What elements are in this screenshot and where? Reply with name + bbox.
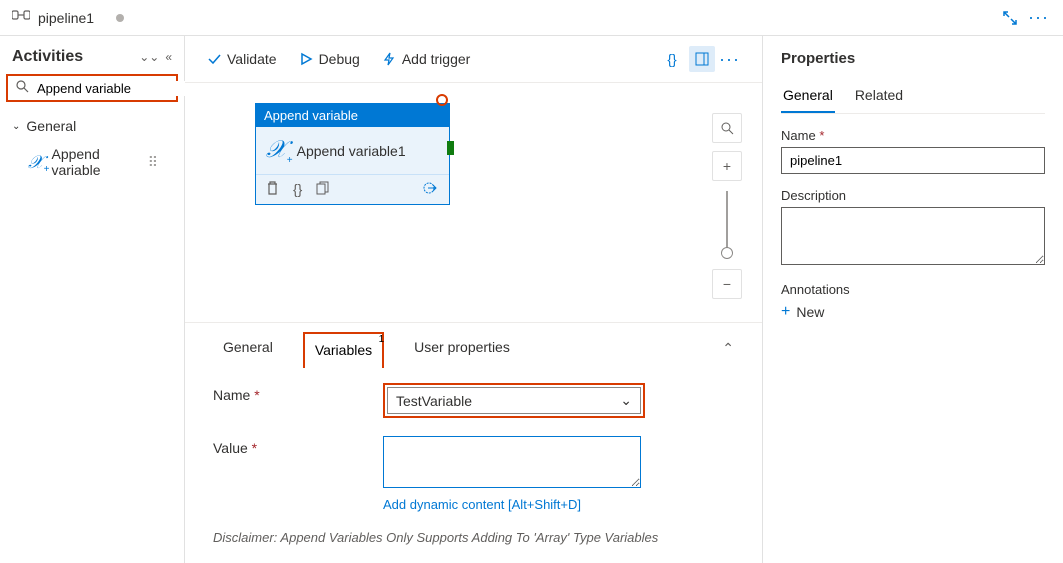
category-general[interactable]: ⌄ General — [6, 112, 178, 140]
activity-append-variable[interactable]: 𝒳+ Append variable ⠿ — [6, 140, 178, 184]
props-desc-label: Description — [781, 188, 1045, 203]
more-icon[interactable]: ··· — [1028, 7, 1049, 28]
hide-panel-icon[interactable]: « — [165, 50, 172, 64]
search-icon — [16, 80, 29, 96]
variable-name-select[interactable]: TestVariable ⌄ — [387, 387, 641, 414]
activities-title: Activities — [12, 48, 83, 66]
value-input[interactable] — [383, 436, 641, 488]
chevron-down-icon: ⌄ — [620, 392, 632, 409]
drag-handle-icon[interactable]: ⠿ — [148, 154, 156, 171]
props-anno-label: Annotations — [781, 282, 1045, 297]
pipeline-icon — [12, 8, 30, 27]
properties-toggle-button[interactable] — [689, 46, 715, 72]
tab-user-properties[interactable]: User properties — [404, 331, 520, 365]
delete-icon[interactable] — [266, 181, 279, 198]
variable-icon: 𝒳+ — [266, 137, 287, 164]
add-trigger-button[interactable]: Add trigger — [382, 51, 470, 67]
zoom-slider[interactable] — [726, 191, 728, 259]
properties-panel: Properties General Related Name * Descri… — [763, 36, 1063, 563]
node-header: Append variable — [256, 104, 449, 127]
toolbar-more-icon[interactable]: ··· — [719, 49, 740, 70]
name-label: Name — [213, 387, 250, 403]
props-tab-related[interactable]: Related — [853, 81, 905, 113]
copy-icon[interactable] — [316, 181, 329, 198]
new-annotation-button[interactable]: + New — [781, 303, 1045, 321]
activities-panel: Activities ⌄⌄ « ⌄ General 𝒳+ Append vari… — [0, 36, 185, 563]
validate-button[interactable]: Validate — [207, 51, 277, 67]
zoom-in-button[interactable]: + — [712, 151, 742, 181]
unsaved-indicator — [116, 14, 124, 22]
pipeline-name-input[interactable] — [781, 147, 1045, 174]
validation-indicator — [436, 94, 448, 106]
properties-title: Properties — [781, 50, 1045, 67]
value-label: Value — [213, 440, 248, 456]
chevron-down-icon: ⌄ — [12, 121, 20, 132]
node-label: Append variable1 — [297, 143, 406, 159]
add-dynamic-content-link[interactable]: Add dynamic content [Alt+Shift+D] — [383, 497, 641, 512]
code-view-button[interactable]: {} — [659, 46, 685, 72]
collapse-panel-icon[interactable]: ⌃ — [722, 340, 734, 357]
zoom-fit-button[interactable] — [712, 113, 742, 143]
activity-node[interactable]: Append variable 𝒳+ Append variable1 {} — [255, 103, 450, 205]
tab-variables[interactable]: Variables 1 — [303, 332, 384, 368]
props-name-label: Name — [781, 128, 816, 143]
plus-icon: + — [781, 303, 790, 321]
variable-icon: 𝒳+ — [28, 152, 43, 173]
zoom-out-button[interactable]: − — [712, 269, 742, 299]
expand-icon[interactable] — [1002, 10, 1018, 26]
pipeline-canvas[interactable]: Append variable 𝒳+ Append variable1 {} + — [185, 83, 762, 322]
disclaimer-text: Disclaimer: Append Variables Only Suppor… — [213, 530, 734, 545]
output-icon[interactable] — [423, 181, 439, 198]
search-input[interactable] — [6, 74, 178, 102]
tab-general[interactable]: General — [213, 331, 283, 365]
props-tab-general[interactable]: General — [781, 81, 835, 113]
code-icon[interactable]: {} — [293, 181, 302, 198]
collapse-all-icon[interactable]: ⌄⌄ — [139, 50, 159, 64]
pipeline-description-input[interactable] — [781, 207, 1045, 265]
success-output-handle[interactable] — [447, 141, 454, 155]
tab-title[interactable]: pipeline1 — [38, 10, 94, 26]
debug-button[interactable]: Debug — [299, 51, 360, 67]
